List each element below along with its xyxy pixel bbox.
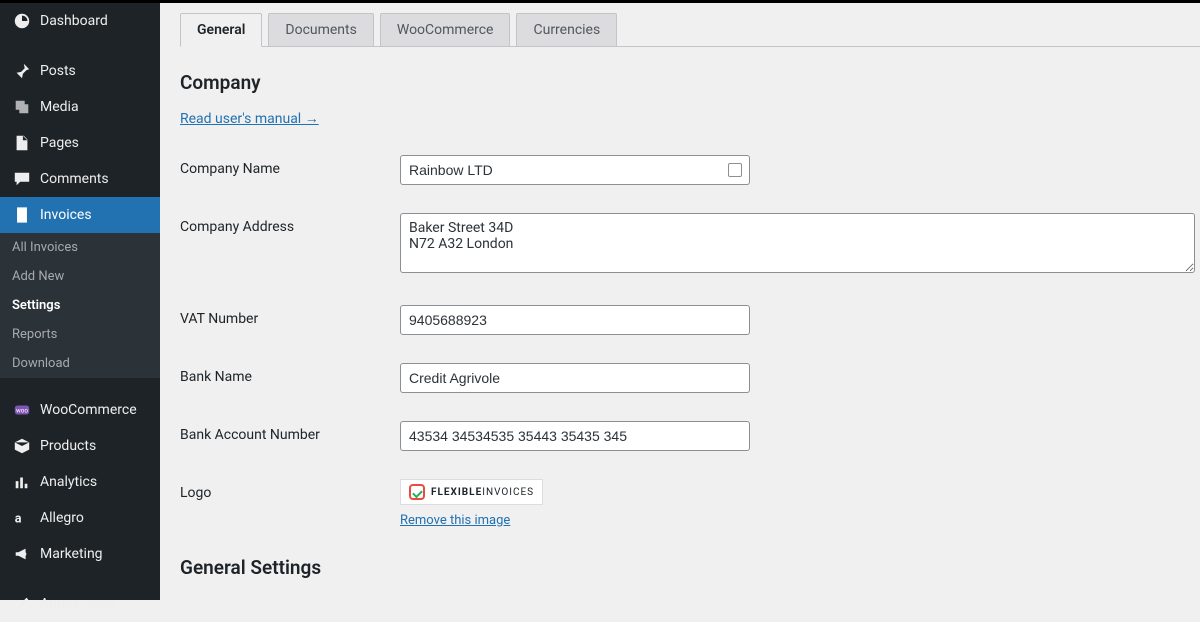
- tab-woocommerce[interactable]: WooCommerce: [380, 13, 511, 46]
- settings-tabs: General Documents WooCommerce Currencies: [180, 13, 1200, 47]
- allegro-icon: a: [12, 508, 32, 528]
- general-settings-heading: General Settings: [180, 556, 1200, 579]
- megaphone-icon: [12, 544, 32, 564]
- vat-number-input[interactable]: [400, 305, 750, 335]
- sidebar-item-label: Media: [40, 99, 79, 115]
- tab-currencies[interactable]: Currencies: [516, 13, 617, 46]
- bank-name-label: Bank Name: [180, 363, 400, 385]
- sidebar-item-label: Analytics: [40, 474, 97, 490]
- submenu-invoices: All Invoices Add New Settings Reports Do…: [0, 233, 160, 378]
- company-address-label: Company Address: [180, 213, 400, 235]
- bank-account-label: Bank Account Number: [180, 421, 400, 443]
- sidebar-item-label: WooCommerce: [40, 402, 137, 418]
- brush-icon: [12, 594, 32, 614]
- logo-brand-text: FLEXIBLEINVOICES: [431, 487, 534, 498]
- submenu-item-download[interactable]: Download: [0, 349, 160, 378]
- sidebar-item-media[interactable]: Media: [0, 89, 160, 125]
- submenu-item-add-new[interactable]: Add New: [0, 262, 160, 291]
- sidebar-item-label: Invoices: [40, 207, 92, 223]
- sidebar-item-label: Pages: [40, 135, 79, 151]
- tab-documents[interactable]: Documents: [268, 13, 373, 46]
- logo-preview: FLEXIBLEINVOICES: [400, 479, 543, 505]
- sidebar-item-posts[interactable]: Posts: [0, 53, 160, 89]
- sidebar-item-label: Dashboard: [40, 13, 108, 29]
- bank-account-input[interactable]: [400, 421, 750, 451]
- sidebar-item-products[interactable]: Products: [0, 428, 160, 464]
- tab-general[interactable]: General: [180, 13, 262, 47]
- woocommerce-icon: woo: [12, 400, 32, 420]
- sidebar-item-dashboard[interactable]: Dashboard: [0, 3, 160, 39]
- document-icon: [12, 205, 32, 225]
- sidebar-item-invoices[interactable]: Invoices: [0, 197, 160, 233]
- sidebar-item-label: Comments: [40, 171, 109, 187]
- autofill-icon: [728, 163, 742, 177]
- sidebar-item-label: Products: [40, 438, 96, 454]
- remove-image-link[interactable]: Remove this image: [400, 513, 510, 528]
- sidebar-item-label: Marketing: [40, 546, 103, 562]
- dashboard-icon: [12, 11, 32, 31]
- vat-number-label: VAT Number: [180, 305, 400, 327]
- company-name-input[interactable]: [400, 155, 750, 185]
- read-manual-link[interactable]: Read user's manual →: [180, 111, 319, 127]
- svg-text:a: a: [15, 512, 22, 527]
- media-icon: [12, 97, 32, 117]
- sidebar-item-label: Appearance: [40, 596, 114, 612]
- bank-name-input[interactable]: [400, 363, 750, 393]
- sidebar-item-marketing[interactable]: Marketing: [0, 536, 160, 572]
- chart-icon: [12, 472, 32, 492]
- box-icon: [12, 436, 32, 456]
- sidebar-item-appearance[interactable]: Appearance: [0, 586, 160, 622]
- sidebar-item-label: Allegro: [40, 510, 84, 526]
- submenu-item-reports[interactable]: Reports: [0, 320, 160, 349]
- company-heading: Company: [180, 71, 1200, 94]
- submenu-item-settings[interactable]: Settings: [0, 291, 160, 320]
- sidebar-item-label: Posts: [40, 63, 76, 79]
- logo-label: Logo: [180, 479, 400, 501]
- sidebar-item-analytics[interactable]: Analytics: [0, 464, 160, 500]
- sidebar-item-woocommerce[interactable]: woo WooCommerce: [0, 392, 160, 428]
- company-name-label: Company Name: [180, 155, 400, 177]
- page-icon: [12, 133, 32, 153]
- svg-text:woo: woo: [16, 407, 28, 415]
- submenu-item-all-invoices[interactable]: All Invoices: [0, 233, 160, 262]
- logo-mark-icon: [409, 484, 425, 500]
- sidebar-item-comments[interactable]: Comments: [0, 161, 160, 197]
- company-address-input[interactable]: [400, 213, 1195, 273]
- sidebar-item-pages[interactable]: Pages: [0, 125, 160, 161]
- sidebar-item-allegro[interactable]: a Allegro: [0, 500, 160, 536]
- main-content: General Documents WooCommerce Currencies…: [160, 3, 1200, 600]
- admin-sidebar: Dashboard Posts Media Pages Comments Inv…: [0, 3, 160, 600]
- pin-icon: [12, 61, 32, 81]
- comment-icon: [12, 169, 32, 189]
